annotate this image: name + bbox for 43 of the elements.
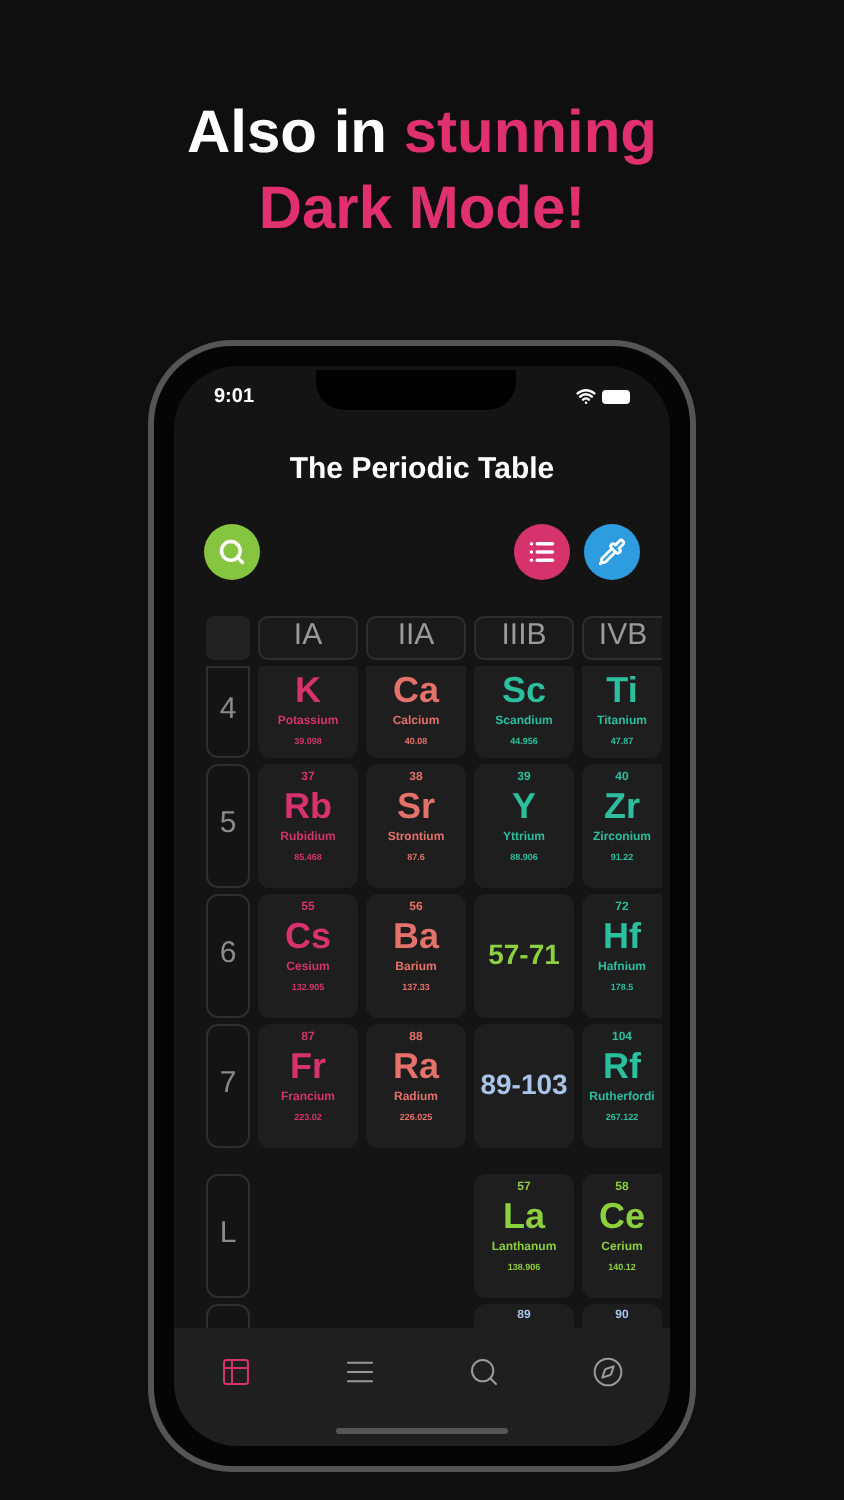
element-symbol: Rb xyxy=(284,785,332,827)
element-range-tile[interactable]: 89-103 xyxy=(474,1023,574,1147)
list-button[interactable] xyxy=(514,523,570,579)
range-label: 57-71 xyxy=(488,936,560,974)
element-symbol: Hf xyxy=(603,915,641,957)
period-label: 7 xyxy=(206,1023,250,1147)
element-symbol: Ti xyxy=(606,669,638,711)
app-title: The Periodic Table xyxy=(287,450,557,490)
list-icon xyxy=(528,537,556,565)
period-label: 6 xyxy=(206,893,250,1017)
element-range-tile[interactable]: 57-71 xyxy=(474,893,574,1017)
group-header: IVB xyxy=(582,615,662,659)
search-button[interactable] xyxy=(204,523,260,579)
battery-icon xyxy=(601,389,630,403)
element-symbol: Zr xyxy=(604,785,640,827)
picker-button[interactable] xyxy=(584,523,640,579)
grid-icon xyxy=(220,1355,252,1387)
element-symbol: Ba xyxy=(392,915,439,957)
element-symbol: Ce xyxy=(598,1195,645,1237)
search-icon xyxy=(468,1355,500,1387)
element-symbol: Ca xyxy=(392,669,439,711)
element-symbol: Rf xyxy=(603,1045,641,1087)
element-symbol: La xyxy=(502,1195,545,1237)
status-time: 9:01 xyxy=(214,383,255,411)
compass-icon xyxy=(592,1355,624,1387)
period-label: 5 xyxy=(206,763,250,887)
group-header: IA xyxy=(258,615,358,659)
headline: Also in stunning Dark Mode! xyxy=(185,98,659,246)
eyedropper-icon xyxy=(598,537,626,565)
element-symbol: Sc xyxy=(501,669,547,711)
element-symbol: Cs xyxy=(284,915,331,957)
period-label: 4 xyxy=(206,665,250,757)
element-symbol: K xyxy=(295,669,321,711)
search-icon xyxy=(218,537,246,565)
element-symbol: Y xyxy=(511,785,536,827)
group-header: IIIB xyxy=(474,615,574,659)
period-label: L xyxy=(206,1173,250,1297)
element-symbol: Fr xyxy=(290,1045,326,1087)
group-header: IIA xyxy=(366,615,466,659)
element-symbol: Ra xyxy=(392,1045,439,1087)
element-symbol: Sr xyxy=(396,785,435,827)
range-label: 89-103 xyxy=(480,1066,568,1104)
wifi-icon xyxy=(575,386,596,406)
